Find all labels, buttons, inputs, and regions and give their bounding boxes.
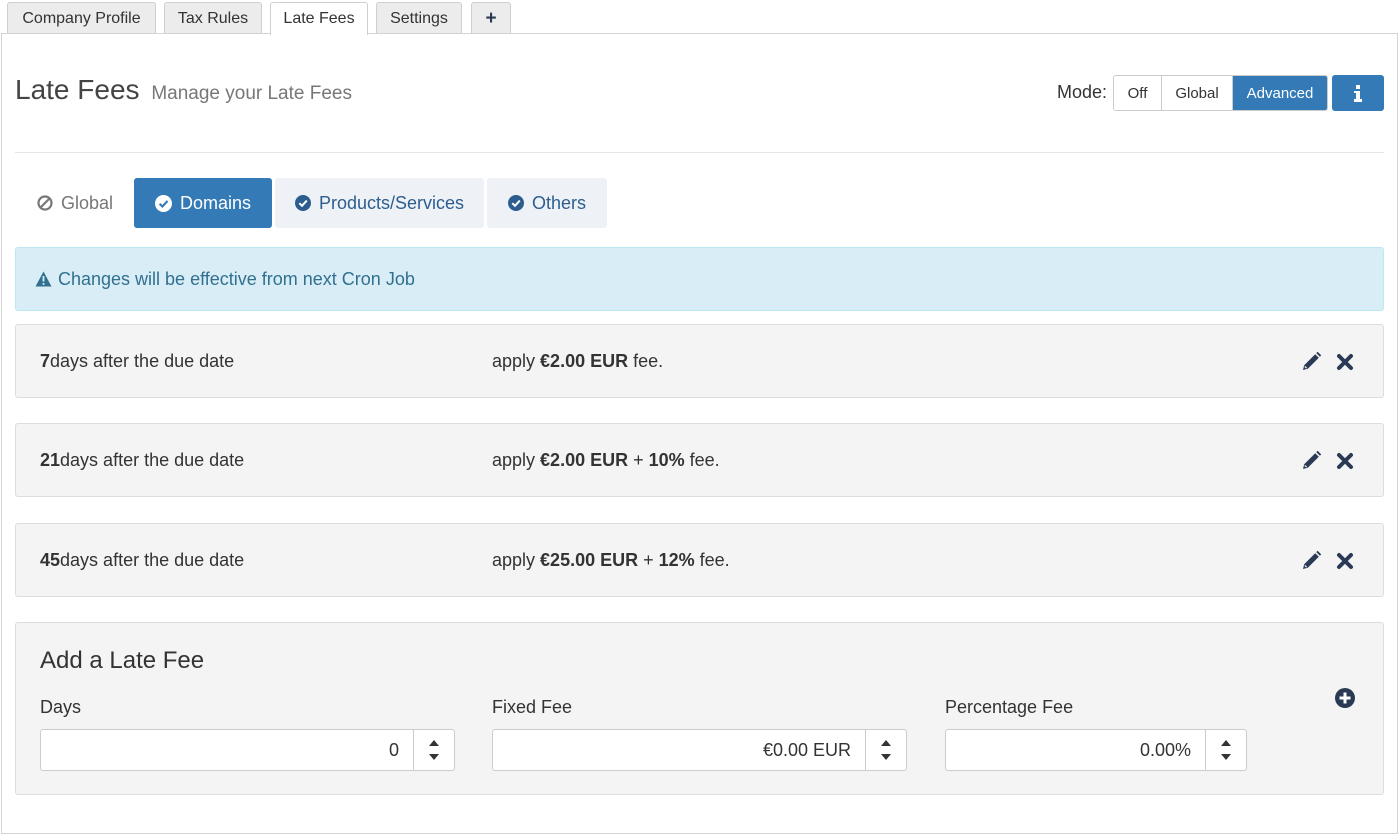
fee-prefix: apply — [492, 549, 541, 570]
delete-icon[interactable] — [1336, 552, 1354, 570]
fee-days-value: 21 — [40, 449, 61, 470]
days-input[interactable] — [41, 730, 414, 770]
add-tab-button[interactable]: + — [471, 2, 511, 34]
fee-days: 45 days after the due date — [40, 524, 244, 596]
decrement-icon[interactable] — [429, 754, 439, 760]
fee-percent: 10% — [648, 449, 685, 470]
fee-suffix: fee. — [694, 549, 730, 570]
fee-description: apply €25.00 EUR + 12% fee. — [492, 524, 730, 596]
fixed-fee-spin-buttons — [865, 730, 906, 770]
fee-days: 21 days after the due date — [40, 424, 244, 496]
fee-days-value: 7 — [40, 350, 51, 371]
mode-toggle-group: Off Global Advanced — [1113, 75, 1328, 111]
pencil-icon[interactable] — [1300, 450, 1322, 472]
fee-description: apply €2.00 EUR fee. — [492, 325, 663, 397]
fee-fixed: €25.00 EUR — [540, 549, 639, 570]
tab-label: Late Fees — [283, 10, 355, 27]
fee-fixed: €2.00 EUR — [540, 449, 629, 470]
late-fee-row: 45 days after the due date apply €25.00 … — [15, 523, 1384, 597]
check-circle-icon — [294, 195, 311, 211]
tab-label: Company Profile — [22, 9, 141, 27]
fee-days: 7 days after the due date — [40, 325, 234, 397]
fixed-fee-stepper — [492, 729, 907, 771]
fee-prefix: apply — [492, 449, 541, 470]
percentage-fee-spin-buttons — [1205, 730, 1246, 770]
delete-icon[interactable] — [1336, 353, 1354, 371]
fee-description: apply €2.00 EUR + 10% fee. — [492, 424, 720, 496]
tab-label: Settings — [390, 9, 448, 27]
fee-fixed: €2.00 EUR — [540, 350, 629, 371]
plus-circle-icon[interactable] — [1334, 687, 1356, 709]
tab-settings[interactable]: Settings — [376, 2, 462, 34]
info-alert: Changes will be effective from next Cron… — [15, 247, 1384, 311]
section-tab-global[interactable]: Global — [22, 178, 128, 228]
percentage-fee-stepper — [945, 729, 1247, 771]
alert-text: Changes will be effective from next Cron… — [58, 268, 415, 289]
pencil-icon[interactable] — [1300, 550, 1322, 572]
days-stepper — [40, 729, 455, 771]
fee-days-suffix: days after the due date — [50, 350, 235, 371]
section-tab-label: Global — [60, 192, 114, 213]
delete-icon[interactable] — [1336, 452, 1354, 470]
increment-icon[interactable] — [881, 740, 891, 746]
page-title-text: Late Fees — [15, 74, 140, 105]
fixed-fee-label: Fixed Fee — [492, 697, 573, 717]
fee-suffix: fee. — [684, 449, 720, 470]
section-tab-products-services[interactable]: Products/Services — [275, 178, 484, 228]
page-title: Late Fees Manage your Late Fees — [15, 74, 352, 106]
pencil-icon[interactable] — [1300, 351, 1322, 373]
late-fee-row: 7 days after the due date apply €2.00 EU… — [15, 324, 1384, 398]
add-late-fee-panel: Add a Late Fee Days Fixed Fee Percentage… — [15, 622, 1384, 795]
days-spin-buttons — [413, 730, 454, 770]
fee-join: + — [628, 449, 649, 470]
check-circle-icon — [154, 194, 172, 212]
mode-label: Mode: — [1057, 82, 1108, 102]
warning-icon — [35, 271, 52, 287]
add-late-fee-title: Add a Late Fee — [40, 647, 205, 674]
fee-prefix: apply — [492, 350, 541, 371]
fee-days-value: 45 — [40, 549, 61, 570]
days-label: Days — [40, 697, 82, 717]
page-subtitle: Manage your Late Fees — [151, 83, 352, 104]
fee-percent: 12% — [658, 549, 695, 570]
section-tab-domains[interactable]: Domains — [134, 178, 272, 228]
fee-days-suffix: days after the due date — [60, 549, 245, 570]
tab-tax-rules[interactable]: Tax Rules — [164, 2, 262, 34]
section-tab-label: Others — [531, 192, 587, 213]
section-tab-label: Products/Services — [318, 192, 465, 213]
percentage-fee-label: Percentage Fee — [945, 697, 1074, 717]
ban-icon — [37, 195, 53, 211]
mode-off-button[interactable]: Off — [1114, 76, 1162, 110]
info-button[interactable] — [1332, 75, 1384, 111]
decrement-icon[interactable] — [881, 754, 891, 760]
plus-icon: + — [485, 7, 497, 29]
increment-icon[interactable] — [1221, 740, 1231, 746]
tab-company-profile[interactable]: Company Profile — [7, 2, 156, 34]
fee-days-suffix: days after the due date — [60, 449, 245, 470]
decrement-icon[interactable] — [1221, 754, 1231, 760]
section-tab-label: Domains — [179, 192, 252, 213]
info-icon — [1354, 84, 1362, 102]
late-fee-row: 21 days after the due date apply €2.00 E… — [15, 423, 1384, 497]
tab-late-fees[interactable]: Late Fees — [270, 2, 368, 35]
fee-suffix: fee. — [628, 350, 664, 371]
header-divider — [15, 152, 1384, 153]
increment-icon[interactable] — [429, 740, 439, 746]
section-tab-others[interactable]: Others — [487, 178, 607, 228]
fixed-fee-input[interactable] — [493, 730, 866, 770]
fee-join: + — [638, 549, 659, 570]
check-circle-icon — [507, 195, 524, 211]
percentage-fee-input[interactable] — [946, 730, 1206, 770]
mode-advanced-button[interactable]: Advanced — [1233, 76, 1327, 110]
tab-label: Tax Rules — [177, 9, 249, 27]
top-tab-bar: Company Profile Tax Rules Late Fees Sett… — [0, 0, 1399, 35]
mode-global-button[interactable]: Global — [1162, 76, 1233, 110]
